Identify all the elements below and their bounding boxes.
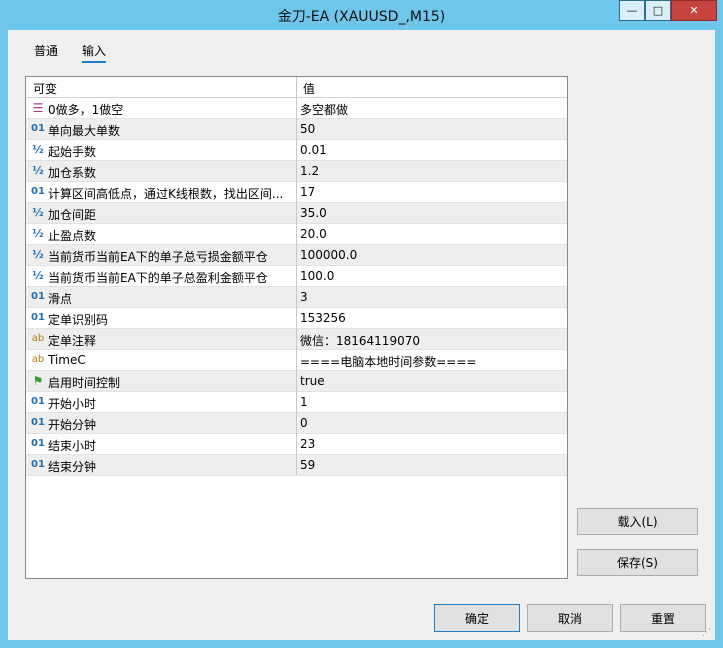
row-variable-name: 开始小时	[48, 397, 97, 411]
row-variable-name: 启用时间控制	[48, 376, 121, 390]
dialog-window: 金刀-EA (XAUUSD_,M15) — □ ✕ 普通 输入 可变 值 ☰ 0做…	[0, 0, 723, 648]
dialog-client-area: 普通 输入 可变 值 ☰ 0做多，1做空 多空都做 01 单向最大单数 50 ½ 起始手数 0.…	[8, 30, 715, 640]
integer-icon: 01	[31, 123, 45, 134]
row-variable-name: 滑点	[48, 292, 73, 306]
enum-icon: ☰	[32, 101, 44, 115]
double-icon: ½	[32, 206, 44, 219]
window-title: 金刀-EA (XAUUSD_,M15)	[277, 9, 446, 25]
string-icon: ab	[31, 354, 45, 365]
row-value[interactable]: 3	[300, 290, 562, 304]
row-variable-name: 结束分钟	[48, 460, 97, 474]
resize-grip-icon[interactable]: ⋰	[702, 628, 711, 638]
row-variable-name: 加仓系数	[48, 166, 97, 180]
double-icon: ½	[32, 227, 44, 240]
tab-common[interactable]: 普通	[34, 40, 58, 61]
row-value[interactable]: 59	[300, 458, 562, 472]
row-variable-name: 定单识别码	[48, 313, 109, 327]
bool-icon: ⚑	[32, 374, 44, 388]
cancel-button[interactable]: 取消	[527, 604, 613, 632]
save-button[interactable]: 保存(S)	[577, 549, 698, 576]
integer-icon: 01	[31, 291, 45, 302]
row-variable-name: 定单注释	[48, 334, 97, 348]
row-variable-name: 单向最大单数	[48, 124, 121, 138]
integer-icon: 01	[31, 459, 45, 470]
string-icon: ab	[31, 333, 45, 344]
row-variable-name: 加仓间距	[48, 208, 97, 222]
row-variable-name: TimeC	[48, 353, 86, 367]
row-variable-name: 结束小时	[48, 439, 97, 453]
row-value[interactable]: ====电脑本地时间参数====	[300, 353, 562, 370]
row-value[interactable]: true	[300, 374, 562, 388]
row-value[interactable]: 50	[300, 122, 562, 136]
row-variable-name: 当前货币当前EA下的单子总亏损金额平仓	[48, 250, 268, 264]
row-value[interactable]: 0	[300, 416, 562, 430]
integer-icon: 01	[31, 396, 45, 407]
ok-button[interactable]: 确定	[434, 604, 520, 632]
row-variable-name: 起始手数	[48, 145, 97, 159]
header-variable[interactable]: 可变	[33, 80, 57, 97]
double-icon: ½	[32, 248, 44, 261]
row-variable-name: 当前货币当前EA下的单子总盈利金额平仓	[48, 271, 268, 285]
load-button[interactable]: 载入(L)	[577, 508, 698, 535]
integer-icon: 01	[31, 312, 45, 323]
double-icon: ½	[32, 164, 44, 177]
row-value[interactable]: 17	[300, 185, 562, 199]
row-value[interactable]: 35.0	[300, 206, 562, 220]
double-icon: ½	[32, 143, 44, 156]
reset-button[interactable]: 重置	[620, 604, 706, 632]
close-button[interactable]: ✕	[671, 0, 717, 21]
row-value[interactable]: 20.0	[300, 227, 562, 241]
row-variable-name: 开始分钟	[48, 418, 97, 432]
row-variable-name: 计算区间高低点，通过K线根数，找出区间...	[48, 187, 284, 201]
column-separator[interactable]	[296, 77, 297, 475]
tab-inputs[interactable]: 输入	[82, 40, 107, 63]
row-value[interactable]: 23	[300, 437, 562, 451]
inputs-grid[interactable]: 可变 值 ☰ 0做多，1做空 多空都做 01 单向最大单数 50 ½ 起始手数 0.01 ½ 加仓系…	[25, 76, 568, 579]
double-icon: ½	[32, 269, 44, 282]
integer-icon: 01	[31, 186, 45, 197]
maximize-button[interactable]: □	[645, 0, 671, 21]
row-value[interactable]: 153256	[300, 311, 562, 325]
integer-icon: 01	[31, 438, 45, 449]
row-value[interactable]: 1	[300, 395, 562, 409]
header-value[interactable]: 值	[303, 80, 315, 97]
minimize-button[interactable]: —	[619, 0, 645, 21]
row-value[interactable]: 1.2	[300, 164, 562, 178]
row-value[interactable]: 多空都做	[300, 101, 562, 118]
integer-icon: 01	[31, 417, 45, 428]
row-variable-name: 止盈点数	[48, 229, 97, 243]
row-value[interactable]: 100000.0	[300, 248, 562, 262]
row-variable-name: 0做多，1做空	[48, 103, 124, 117]
title-bar[interactable]: 金刀-EA (XAUUSD_,M15) — □ ✕	[0, 0, 723, 30]
row-value[interactable]: 微信：18164119070	[300, 332, 562, 349]
row-value[interactable]: 0.01	[300, 143, 562, 157]
row-value[interactable]: 100.0	[300, 269, 562, 283]
